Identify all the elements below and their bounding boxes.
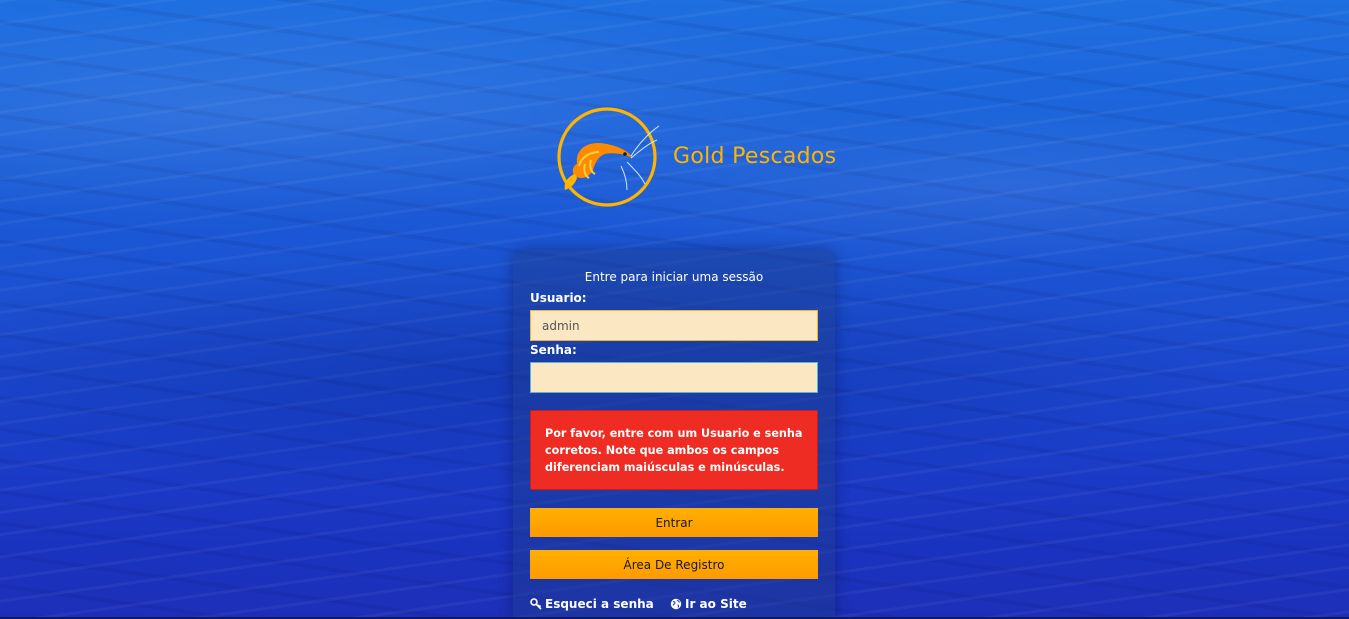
- go-to-site-link[interactable]: Ir ao Site: [670, 597, 747, 611]
- login-message: Entre para iniciar uma sessão: [584, 270, 764, 284]
- forgot-password-label: Esqueci a senha: [545, 597, 654, 611]
- username-input[interactable]: [530, 310, 818, 341]
- login-panel: Entre para iniciar uma sessão Usuario: S…: [513, 250, 835, 619]
- go-to-site-label: Ir ao Site: [685, 597, 747, 611]
- password-input[interactable]: [530, 362, 818, 393]
- brand-logo: Gold Pescados: [555, 104, 836, 212]
- key-icon: [530, 598, 542, 610]
- shrimp-logo-icon: [557, 107, 660, 207]
- username-label: Usuario:: [530, 291, 587, 305]
- error-alert: Por favor, entre com um Usuario e senha …: [530, 410, 818, 490]
- globe-icon: [670, 598, 682, 610]
- brand-name: Gold Pescados: [673, 144, 837, 169]
- password-label: Senha:: [530, 343, 577, 357]
- forgot-password-link[interactable]: Esqueci a senha: [530, 597, 654, 611]
- login-button[interactable]: Entrar: [530, 508, 818, 537]
- register-button[interactable]: Área De Registro: [530, 550, 818, 579]
